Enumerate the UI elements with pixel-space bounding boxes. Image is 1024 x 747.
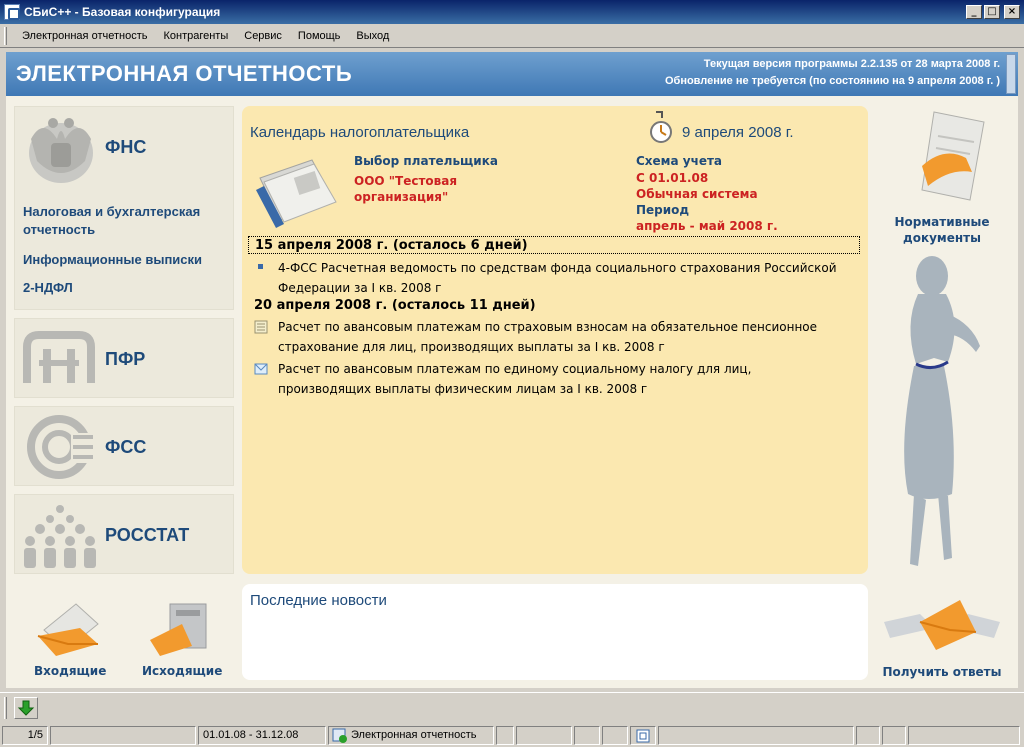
page-title: ЭЛЕКТРОННАЯ ОТЧЕТНОСТЬ [16, 61, 353, 86]
status-empty-7 [856, 726, 880, 745]
status-empty-4 [574, 726, 600, 745]
calendar-date: 9 апреля 2008 г. [682, 124, 794, 141]
scheme-value[interactable]: Обычная система [636, 186, 758, 202]
taxpayer-calendar-panel: Календарь налогоплательщика 9 апреля 200… [242, 106, 868, 574]
rosstat-section[interactable]: РОССТАТ [14, 494, 234, 574]
normative-documents-icon[interactable] [914, 106, 994, 210]
get-answers-icon[interactable] [880, 592, 1004, 658]
menu-item-service[interactable]: Сервис [236, 30, 290, 42]
news-title: Последние новости [250, 592, 387, 609]
status-empty-5 [602, 726, 628, 745]
document-icon [254, 320, 268, 334]
payer-value[interactable]: ООО "Тестовая организация" [354, 173, 484, 205]
rosstat-title: РОССТАТ [105, 525, 190, 545]
news-panel: Последние новости [242, 584, 868, 680]
window-title: СБиС++ - Базовая конфигурация [24, 5, 221, 19]
pfr-title: ПФР [105, 349, 146, 369]
close-icon[interactable]: × [1004, 5, 1020, 19]
scheme-label: Схема учета [636, 154, 723, 168]
pfr-section[interactable]: ПФР [14, 318, 234, 398]
fss-section[interactable]: ФСС [14, 406, 234, 486]
status-page: 1/5 [2, 726, 48, 745]
link-tax-accounting[interactable]: Налоговая и бухгалтерская отчетность [23, 203, 233, 239]
menu-item-reporting[interactable]: Электронная отчетность [14, 30, 155, 42]
fss-logo-icon [27, 415, 95, 479]
status-empty-1 [50, 726, 196, 745]
title-bar: СБиС++ - Базовая конфигурация _ □ × [0, 0, 1024, 24]
menu-item-contractors[interactable]: Контрагенты [155, 30, 236, 42]
period-value[interactable]: апрель - май 2008 г. [636, 218, 778, 234]
toolbar-grip [4, 697, 7, 719]
update-line: Обновление не требуется (по состоянию на… [664, 75, 1000, 87]
reporting-status-icon [332, 728, 347, 743]
scheme-from[interactable]: С 01.01.08 [636, 170, 708, 186]
header-scrollbar[interactable] [1006, 54, 1016, 94]
fss-title: ФСС [105, 437, 147, 457]
version-line: Текущая версия программы 2.2.135 от 28 м… [703, 58, 1000, 70]
rosstat-people-icon [24, 505, 96, 568]
bullet-icon [258, 264, 263, 269]
status-empty-9 [908, 726, 1020, 745]
outgoing-envelope-icon[interactable] [146, 600, 216, 656]
menu-grip [4, 27, 7, 45]
pfr-logo-icon [23, 331, 95, 383]
status-empty-2 [496, 726, 514, 745]
status-empty-6 [658, 726, 854, 745]
normative-documents-link[interactable]: Нормативные документы [880, 214, 1004, 246]
due-date-1[interactable]: 15 апреля 2008 г. (осталось 6 дней) [248, 236, 860, 254]
status-section: Электронная отчетность [328, 726, 494, 745]
payer-label: Выбор плательщика [354, 154, 498, 168]
version-info: Текущая версия программы 2.2.135 от 28 м… [665, 56, 1000, 90]
envelope-icon [254, 363, 268, 375]
outgoing-link[interactable]: Исходящие [142, 664, 222, 678]
due-date-2[interactable]: 20 апреля 2008 г. (осталось 11 дней) [254, 298, 536, 313]
status-empty-8 [882, 726, 906, 745]
link-2-ndfl[interactable]: 2-НДФЛ [23, 279, 73, 297]
sbis-logo-icon [636, 729, 650, 743]
menu-item-exit[interactable]: Выход [348, 30, 397, 42]
link-info-statements[interactable]: Информационные выписки [23, 251, 202, 269]
status-section-label: Электронная отчетность [351, 729, 477, 741]
task-item[interactable]: 4-ФСС Расчетная ведомость по средствам ф… [278, 258, 838, 298]
status-period: 01.01.08 - 31.12.08 [198, 726, 326, 745]
woman-figure-image [904, 256, 980, 566]
menu-item-help[interactable]: Помощь [290, 30, 349, 42]
calendar-book-icon [256, 159, 337, 228]
get-answers-link[interactable]: Получить ответы [880, 664, 1004, 680]
toolbar-button[interactable] [14, 697, 38, 719]
calendar-title: Календарь налогоплательщика [250, 124, 470, 141]
app-icon [4, 4, 20, 20]
task-item[interactable]: Расчет по авансовым платежам по единому … [278, 359, 838, 399]
menu-bar: Электронная отчетность Контрагенты Серви… [0, 24, 1024, 48]
status-empty-3 [516, 726, 572, 745]
main-area: ФНС Налоговая и бухгалтерская отчетность… [6, 96, 1018, 688]
fns-title[interactable]: ФНС [105, 137, 146, 158]
task-item[interactable]: Расчет по авансовым платежам по страховы… [278, 317, 838, 357]
stopwatch-icon [650, 111, 672, 143]
incoming-link[interactable]: Входящие [34, 664, 106, 678]
period-label: Период [636, 203, 690, 217]
page-header: ЭЛЕКТРОННАЯ ОТЧЕТНОСТЬ Текущая версия пр… [6, 52, 1018, 96]
bottom-toolbar [0, 692, 1024, 722]
incoming-envelope-icon[interactable] [36, 600, 106, 656]
minimize-icon[interactable]: _ [966, 5, 982, 19]
status-bar: 1/5 01.01.08 - 31.12.08 Электронная отче… [0, 724, 1024, 747]
green-down-arrow-icon [17, 700, 35, 716]
maximize-icon[interactable]: □ [984, 5, 1000, 19]
fns-section: ФНС Налоговая и бухгалтерская отчетность… [14, 106, 234, 310]
status-logo-cell [630, 726, 656, 745]
eagle-emblem-icon [29, 118, 93, 183]
